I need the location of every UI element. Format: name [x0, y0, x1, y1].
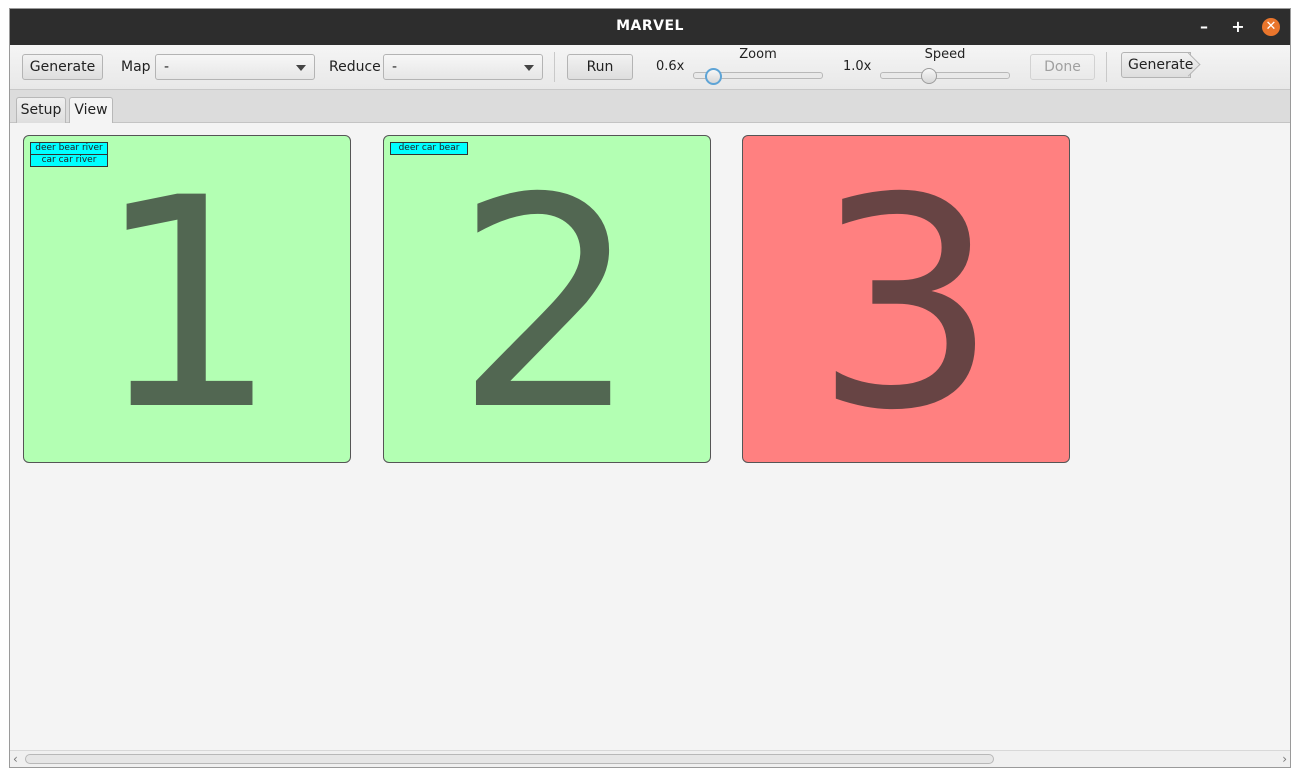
card-number: 1 [94, 137, 280, 463]
card-tags: deer car bear [390, 142, 468, 155]
speed-value: 1.0x [843, 59, 872, 74]
reduce-label: Reduce [329, 59, 381, 75]
tab-view[interactable]: View [69, 97, 113, 124]
map-select-value: - [164, 59, 170, 75]
zoom-value: 0.6x [656, 59, 685, 74]
maximize-icon[interactable]: + [1228, 17, 1248, 37]
close-icon[interactable]: ✕ [1262, 18, 1280, 36]
scroll-left-icon[interactable]: ‹ [13, 751, 18, 767]
card-number: 3 [813, 137, 999, 463]
card-number: 2 [454, 137, 640, 463]
horizontal-scrollbar[interactable]: ‹ › [10, 750, 1290, 767]
done-button[interactable]: Done [1030, 54, 1095, 80]
chevron-down-icon [296, 65, 306, 71]
app-window: MARVEL – + ✕ Generate Map - Reduce - Run… [9, 8, 1291, 768]
partition-card: 1 deer bear river car car river [23, 135, 351, 463]
map-select[interactable]: - [155, 54, 315, 80]
toolbar-separator [554, 52, 555, 82]
partition-card: 3 [742, 135, 1070, 463]
tag: car car river [30, 154, 108, 167]
zoom-label: Zoom [739, 47, 777, 62]
tab-bar: Setup View [10, 90, 1290, 124]
generate-next-button[interactable]: Generate [1121, 52, 1194, 78]
card-tags: deer bear river car car river [30, 142, 108, 167]
reduce-select[interactable]: - [383, 54, 543, 80]
speed-label: Speed [924, 47, 966, 62]
speed-slider-thumb[interactable] [921, 68, 937, 84]
speed-slider[interactable] [880, 72, 1010, 79]
generate-next-label: Generate [1128, 57, 1194, 73]
run-button[interactable]: Run [567, 54, 633, 80]
view-panel: 1 deer bear river car car river 2 deer c… [10, 123, 1290, 747]
partition-card: 2 deer car bear [383, 135, 711, 463]
chevron-down-icon [524, 65, 534, 71]
minimize-icon[interactable]: – [1194, 17, 1214, 37]
scroll-right-icon[interactable]: › [1282, 751, 1287, 767]
tag: deer bear river [30, 142, 108, 155]
scrollbar-thumb[interactable] [25, 754, 994, 764]
tag: deer car bear [390, 142, 468, 155]
generate-button[interactable]: Generate [22, 54, 103, 80]
toolbar: Generate Map - Reduce - Run 0.6x Zoom 1.… [10, 45, 1290, 90]
zoom-slider-thumb[interactable] [705, 68, 722, 85]
tab-setup[interactable]: Setup [16, 97, 66, 123]
window-title: MARVEL [616, 18, 684, 34]
title-bar: MARVEL – + ✕ [10, 9, 1290, 45]
toolbar-separator [1106, 52, 1107, 82]
reduce-select-value: - [392, 59, 398, 75]
map-label: Map [121, 59, 151, 75]
